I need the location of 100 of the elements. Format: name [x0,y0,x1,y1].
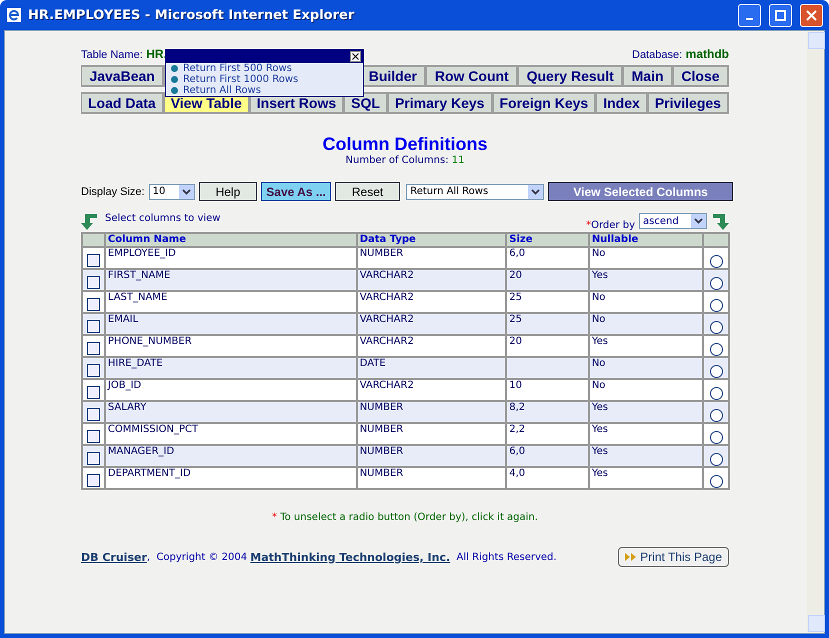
view-columns-button[interactable]: View Selected Columns [548,182,733,201]
nav-tab[interactable]: Load Data [81,92,164,114]
nav-tab[interactable]: Row Count [426,65,518,87]
toolbar-button[interactable]: Reset [334,182,400,201]
nav-tab[interactable]: Main [623,65,673,87]
table-cell: NUMBER [360,248,404,259]
close-icon[interactable] [350,51,361,62]
table-cell: No [592,358,606,369]
column-count-label: Number of Columns: [346,155,449,166]
table-cell: VARCHAR2 [360,292,414,303]
down-arrow-icon [711,213,729,231]
nav-tab[interactable]: Index [596,92,648,114]
table-cell: PHONE_NUMBER [108,336,192,347]
maximize-icon [775,10,786,20]
minimize-button[interactable] [738,4,761,26]
column-header: Column Name [104,233,357,247]
company-link[interactable]: MathThinking Technologies, Inc. [250,550,450,564]
rights-text: All Rights Reserved. [456,552,557,562]
menu-item[interactable]: Return First 500 Rows [183,63,292,74]
order-radio[interactable] [710,365,723,378]
table-cell: 25 [509,292,522,303]
order-radio[interactable] [710,475,723,488]
table-cell: 4,0 [509,468,526,479]
row-checkbox[interactable] [86,320,100,333]
table-cell: 8,2 [509,402,526,413]
nav-tab[interactable]: SQL [344,92,388,114]
display-size-label: Display Size: [81,186,145,198]
minimize-icon [746,18,753,20]
order-radio[interactable] [710,409,723,422]
table-cell: No [592,314,606,325]
column-header: Size [506,233,589,247]
display-size-select[interactable]: 10 [148,184,195,200]
copyright-text: Copyright © 2004 [156,552,248,562]
bullet-icon [171,76,178,83]
row-checkbox[interactable] [86,342,100,355]
nav-tab[interactable]: Privileges [648,92,729,114]
order-radio[interactable] [710,321,723,334]
order-radio[interactable] [710,299,723,312]
nav-tab[interactable]: Query Result [518,65,624,87]
window-title: HR.EMPLOYEES - Microsoft Internet Explorer [28,8,356,22]
table-cell: 6,0 [509,248,526,259]
table-cell: 2,2 [509,424,526,435]
order-radio[interactable] [710,453,723,466]
browser-icon [6,7,22,23]
row-checkbox[interactable] [86,386,100,399]
table-cell: 20 [509,336,522,347]
table-cell: Yes [592,270,608,281]
table-cell: 10 [509,380,522,391]
nav-tab[interactable]: Foreign Keys [492,92,596,114]
order-radio[interactable] [710,343,723,356]
table-cell: Yes [592,336,608,347]
toolbar-button[interactable]: Help [198,182,258,201]
product-link[interactable]: DB Cruiser [81,550,147,564]
table-cell: NUMBER [360,446,404,457]
row-checkbox[interactable] [86,430,100,443]
table-cell: NUMBER [360,424,404,435]
table-cell: NUMBER [360,402,404,413]
table-cell: SALARY [108,402,146,413]
table-cell: Yes [592,424,608,435]
row-checkbox[interactable] [86,408,100,421]
table-cell: VARCHAR2 [360,336,414,347]
nav-tab[interactable]: Primary Keys [388,92,492,114]
table-cell: NUMBER [360,468,404,479]
close-button[interactable] [800,4,823,26]
maximize-button[interactable] [769,4,792,26]
order-by-label: *Order by [586,220,635,231]
toolbar-button[interactable]: Save As ... [261,182,331,201]
separator-text: , [146,552,150,562]
row-checkbox[interactable] [86,276,100,289]
order-radio[interactable] [710,255,723,268]
table-name-value: HR. [146,47,167,61]
nav-tab[interactable]: Close [672,65,729,87]
column-header: Nullable [588,233,704,247]
order-radio[interactable] [710,387,723,400]
row-checkbox[interactable] [86,474,100,487]
rows-select[interactable]: Return All Rows [406,184,544,200]
table-cell: DATE [360,358,386,369]
table-cell: VARCHAR2 [360,314,414,325]
table-cell: FIRST_NAME [108,270,170,281]
table-cell: VARCHAR2 [360,380,414,391]
table-cell: No [592,380,606,391]
table-cell: COMMISSION_PCT [108,424,198,435]
table-cell: MANAGER_ID [108,446,174,457]
page-heading: Column Definitions [322,134,488,155]
double-arrow-icon [625,553,636,561]
table-cell: 6,0 [509,446,526,457]
note-text: * To unselect a radio button (Order by), click it again. [272,512,538,523]
order-select[interactable]: ascend [639,213,707,229]
row-checkbox[interactable] [86,452,100,465]
table-cell: No [592,292,606,303]
order-radio[interactable] [710,431,723,444]
table-cell: DEPARTMENT_ID [108,468,191,479]
row-checkbox[interactable] [86,364,100,377]
close-icon [806,10,817,20]
order-radio[interactable] [710,277,723,290]
row-checkbox[interactable] [86,298,100,311]
print-button[interactable]: Print This Page [618,547,729,567]
nav-tab[interactable]: JavaBean [81,65,164,87]
row-checkbox[interactable] [86,254,100,267]
table-cell: 20 [509,270,522,281]
